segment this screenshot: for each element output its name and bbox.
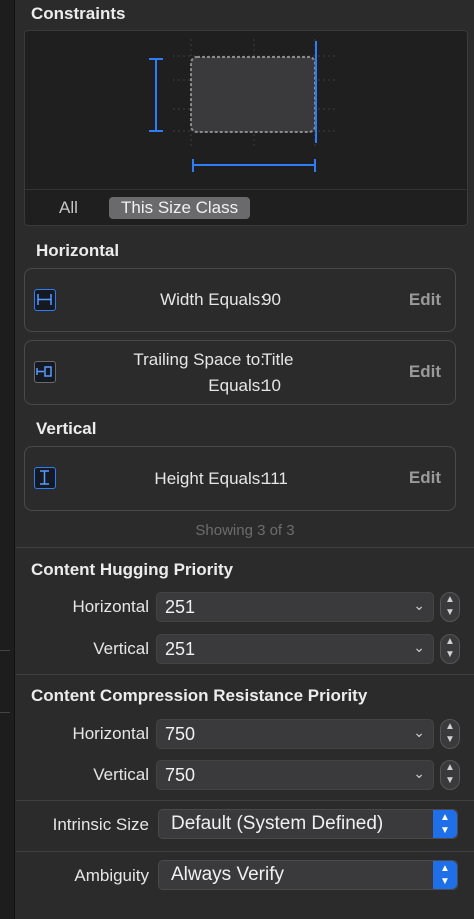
compression-resistance-title: Content Compression Resistance Priority — [31, 686, 368, 705]
combo-value: 251 — [165, 597, 196, 617]
hugging-vertical-label: Vertical — [93, 639, 149, 658]
gutter-tick — [0, 712, 10, 713]
divider — [16, 674, 474, 675]
content-hugging-title: Content Hugging Priority — [31, 560, 234, 579]
ambiguity-popup[interactable]: Always Verify ▲ ▼ — [158, 860, 458, 890]
constraint-value: 111 — [262, 469, 288, 488]
compression-horizontal-stepper[interactable]: ▲ ▼ — [440, 719, 460, 749]
constraint-related-item: Title — [262, 350, 294, 369]
trailing-space-icon — [34, 361, 56, 383]
up-down-arrows-icon[interactable]: ▲ ▼ — [433, 810, 457, 838]
constraint-card-trailing-space[interactable]: Trailing Space to: Title Equals: 10 Edit — [24, 340, 456, 405]
segment-all[interactable]: All — [47, 197, 90, 219]
horizontal-title: Horizontal — [36, 241, 120, 260]
constraints-diagram — [149, 39, 335, 172]
divider — [16, 547, 474, 548]
intrinsic-size-label: Intrinsic Size — [52, 815, 149, 834]
constraint-label: Height Equals: — [154, 469, 265, 488]
showing-count: Showing 3 of 3 — [195, 522, 295, 539]
edit-button[interactable]: Edit — [409, 290, 441, 310]
width-constraint-indicator — [192, 159, 316, 172]
hugging-vertical-stepper[interactable]: ▲ ▼ — [440, 634, 460, 664]
intrinsic-size-popup[interactable]: Default (System Defined) ▲ ▼ — [158, 809, 458, 839]
compression-vertical-combo[interactable]: 750 ⌄ — [156, 760, 434, 790]
view-frame — [190, 56, 316, 133]
size-class-segmented-control: All This Size Class — [25, 189, 467, 226]
combo-value: 251 — [165, 639, 196, 659]
constraint-value: 10 — [262, 376, 281, 395]
vertical-title: Vertical — [36, 419, 97, 438]
compression-horizontal-label: Horizontal — [72, 724, 149, 743]
constraints-preview: All This Size Class — [24, 30, 468, 226]
constraints-title: Constraints — [31, 4, 126, 23]
popup-value: Always Verify — [171, 864, 284, 885]
hugging-horizontal-combo[interactable]: 251 ⌄ — [156, 592, 434, 622]
chevron-down-icon[interactable]: ⌄ — [413, 639, 425, 656]
hugging-horizontal-label: Horizontal — [72, 597, 149, 616]
constraint-value: 90 — [262, 290, 281, 309]
combo-value: 750 — [165, 724, 196, 744]
chevron-down-icon[interactable]: ⌄ — [413, 724, 425, 741]
constraint-card-height[interactable]: Height Equals: 111 Edit — [24, 446, 456, 511]
gutter-tick — [0, 650, 10, 651]
hugging-vertical-combo[interactable]: 251 ⌄ — [156, 634, 434, 664]
height-constraint-icon — [34, 467, 56, 489]
compression-vertical-stepper[interactable]: ▲ ▼ — [440, 760, 460, 790]
popup-value: Default (System Defined) — [171, 813, 384, 834]
width-constraint-icon — [34, 289, 56, 311]
size-inspector-panel: Constraints All This Size Class Horizont… — [16, 0, 474, 919]
combo-value: 750 — [165, 765, 196, 785]
up-down-arrows-icon[interactable]: ▲ ▼ — [433, 861, 457, 889]
left-gutter — [0, 0, 15, 919]
constraint-card-width[interactable]: Width Equals: 90 Edit — [24, 268, 456, 332]
edit-button[interactable]: Edit — [409, 362, 441, 382]
constraint-label: Equals: — [208, 376, 265, 395]
ambiguity-label: Ambiguity — [74, 866, 149, 885]
hugging-horizontal-stepper[interactable]: ▲ ▼ — [440, 592, 460, 622]
divider — [16, 851, 474, 852]
segment-this-size-class[interactable]: This Size Class — [109, 197, 251, 219]
chevron-down-icon[interactable]: ⌄ — [413, 765, 425, 782]
edit-button[interactable]: Edit — [409, 468, 441, 488]
compression-vertical-label: Vertical — [93, 765, 149, 784]
divider — [16, 800, 474, 801]
chevron-down-icon[interactable]: ⌄ — [413, 597, 425, 614]
constraint-label: Trailing Space to: — [133, 350, 265, 369]
constraint-label: Width Equals: — [160, 290, 265, 309]
compression-horizontal-combo[interactable]: 750 ⌄ — [156, 719, 434, 749]
height-constraint-indicator — [149, 58, 163, 132]
